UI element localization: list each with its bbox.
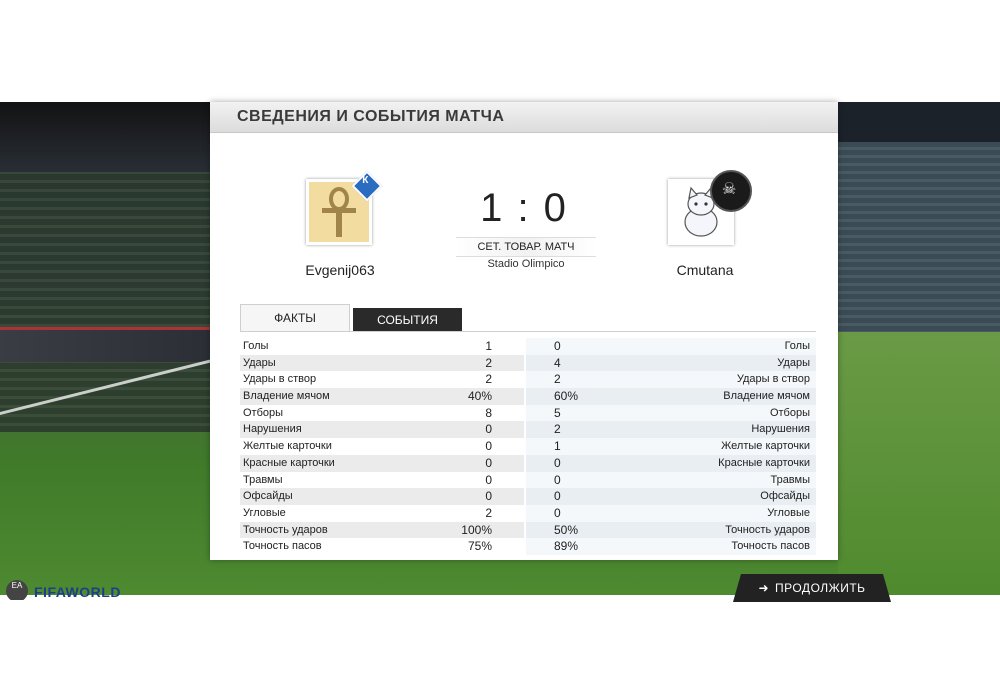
- fifa-world-logo: EA FIFAWORLD: [4, 578, 132, 600]
- stat-row: Удары 2 4 Удары: [240, 354, 816, 372]
- stat-value-away: 0: [554, 489, 561, 504]
- stat-label-home: Угловые: [243, 506, 286, 519]
- page-title: СВЕДЕНИЯ И СОБЫТИЯ МАТЧА: [237, 108, 505, 125]
- stat-value-away: 0: [554, 505, 561, 520]
- stat-value-home: 0: [485, 439, 492, 454]
- stat-label-home: Удары: [243, 356, 276, 369]
- stat-row: Точность ударов 100% 50% Точность ударов: [240, 521, 816, 539]
- continue-button[interactable]: ➜ ПРОДОЛЖИТЬ: [733, 574, 891, 602]
- stat-label-away: Точность пасов: [731, 540, 810, 553]
- stat-value-away: 2: [554, 422, 561, 437]
- stat-label-home: Красные карточки: [243, 456, 335, 469]
- stat-value-away: 50%: [554, 522, 579, 537]
- stat-value-home: 2: [485, 505, 492, 520]
- stat-value-away: 4: [554, 355, 561, 370]
- stat-label-home: Нарушения: [243, 423, 302, 436]
- stat-label-home: Желтые карточки: [243, 440, 332, 453]
- stat-value-home: 100%: [461, 522, 492, 537]
- logo-text: FIFAWORLD: [34, 584, 121, 600]
- stat-value-home: 0: [485, 489, 492, 504]
- stat-value-home: 2: [485, 355, 492, 370]
- stat-value-home: 1: [485, 339, 492, 353]
- ea-logo: EA: [6, 580, 28, 600]
- stat-label-home: Точность пасов: [243, 540, 322, 553]
- stat-value-home: 2: [485, 372, 492, 387]
- stat-row: Удары в створ 2 2 Удары в створ: [240, 371, 816, 389]
- stat-value-home: 0: [485, 422, 492, 437]
- stat-value-away: 2: [554, 372, 561, 387]
- tab-divider: [240, 331, 816, 332]
- stat-label-home: Голы: [243, 340, 269, 352]
- stat-value-home: 0: [485, 455, 492, 470]
- stat-label-home: Отборы: [243, 406, 284, 419]
- continue-label: ПРОДОЛЖИТЬ: [775, 581, 866, 595]
- stat-row: Владение мячом 40% 60% Владение мячом: [240, 388, 816, 405]
- stats-table: Голы 1 0 Голы Удары 2 4 Удары Удары в створ 2…: [240, 338, 816, 555]
- stat-value-away: 0: [554, 339, 561, 353]
- stat-label-away: Удары: [777, 356, 810, 369]
- stat-value-away: 89%: [554, 539, 579, 554]
- stat-label-away: Отборы: [769, 406, 810, 419]
- tab-events[interactable]: СОБЫТИЯ: [353, 308, 462, 332]
- arrow-right-icon: ➜: [758, 581, 769, 595]
- stat-label-home: Удары в створ: [243, 373, 317, 386]
- stat-row: Травмы 0 0 Травмы: [240, 471, 816, 489]
- stat-value-away: 5: [554, 405, 561, 420]
- stat-row: Точность пасов 75% 89% Точность пасов: [240, 538, 816, 555]
- away-team-name: Cmutana: [676, 262, 734, 278]
- stat-value-home: 0: [485, 472, 492, 487]
- stat-label-away: Владение мячом: [723, 390, 810, 403]
- stat-label-away: Желтые карточки: [721, 440, 810, 453]
- stat-value-home: 8: [485, 405, 492, 420]
- stat-value-home: 40%: [467, 389, 492, 404]
- match-type: СЕТ. ТОВАР. МАТЧ: [456, 237, 596, 257]
- stat-label-away: Голы: [784, 340, 810, 352]
- stat-value-home: 75%: [467, 539, 492, 554]
- stat-label-away: Травмы: [770, 473, 810, 486]
- skull-crossbones-icon: ☠: [710, 170, 752, 212]
- stat-value-away: 1: [554, 439, 561, 454]
- stat-label-home: Травмы: [243, 473, 283, 486]
- stands-right: [838, 102, 1000, 332]
- stat-row: Офсайды 0 0 Офсайды: [240, 488, 816, 505]
- stadium-name: Stadio Olimpico: [487, 258, 565, 270]
- stat-label-home: Владение мячом: [243, 390, 330, 403]
- stat-label-away: Точность ударов: [725, 523, 810, 536]
- stat-row: Нарушения 0 2 Нарушения: [240, 421, 816, 439]
- match-details-panel: СВЕДЕНИЯ И СОБЫТИЯ МАТЧА К 1 : 0 СЕТ. ТО…: [210, 102, 838, 560]
- stat-label-away: Нарушения: [751, 423, 810, 436]
- stat-label-home: Точность ударов: [243, 523, 328, 536]
- stat-row: Красные карточки 0 0 Красные карточки: [240, 454, 816, 472]
- stat-value-away: 0: [554, 472, 561, 487]
- stat-label-away: Угловые: [767, 506, 810, 519]
- tab-facts[interactable]: ФАКТЫ: [240, 304, 350, 331]
- stat-row: Угловые 2 0 Угловые: [240, 504, 816, 522]
- panel-header: СВЕДЕНИЯ И СОБЫТИЯ МАТЧА: [210, 102, 838, 133]
- stat-label-home: Офсайды: [243, 490, 293, 503]
- ad-board: [0, 327, 230, 362]
- stat-label-away: Удары в створ: [736, 373, 810, 386]
- home-team-name: Evgenij063: [305, 262, 375, 278]
- stat-row: Голы 1 0 Голы: [240, 338, 816, 355]
- match-score: 1 : 0: [480, 186, 568, 230]
- stat-row: Отборы 8 5 Отборы: [240, 404, 816, 422]
- stat-value-away: 60%: [554, 389, 579, 404]
- pitch-right: [838, 332, 1000, 595]
- stat-label-away: Красные карточки: [718, 456, 810, 469]
- stat-row: Желтые карточки 0 1 Желтые карточки: [240, 438, 816, 455]
- stat-value-away: 0: [554, 455, 561, 470]
- stat-label-away: Офсайды: [760, 490, 810, 503]
